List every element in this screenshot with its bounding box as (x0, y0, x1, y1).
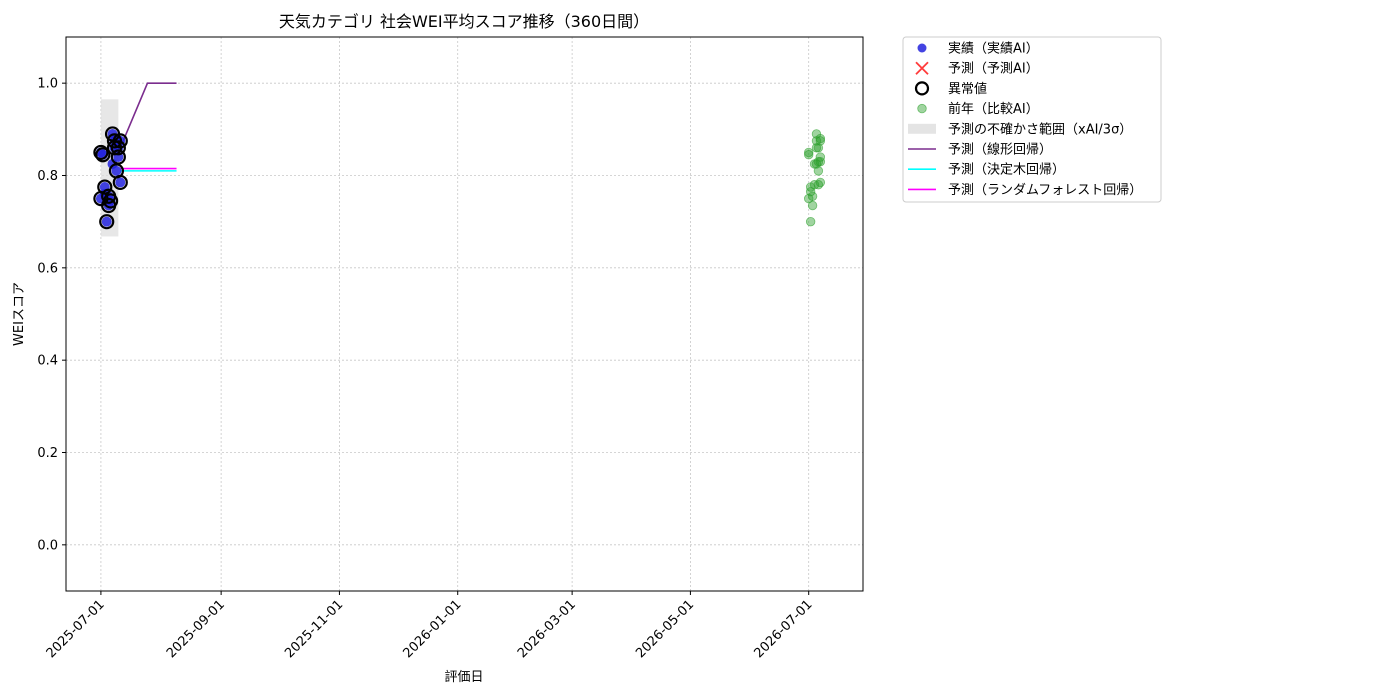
legend-label-band: 予測の不確かさ範囲（xAI/3σ） (948, 121, 1132, 137)
grid (66, 37, 863, 591)
legend-label-linear: 予測（線形回帰） (948, 142, 1052, 158)
x-tick-label: 2026-07-01 (751, 597, 815, 661)
y-tick-label: 0.2 (37, 446, 58, 461)
legend-label-prev: 前年（比較AI） (948, 101, 1039, 117)
chart-title: 天気カテゴリ 社会WEI平均スコア推移（360日間） (279, 12, 649, 31)
legend: 実績（実績AI） 予測（予測AI） 異常値前年（比較AI） 予測の不確かさ範囲（xAI… (902, 36, 1162, 203)
previous-year-point (805, 216, 816, 227)
x-tick-label: 2026-01-01 (401, 597, 465, 661)
y-tick-label: 0.6 (37, 261, 58, 276)
legend-label-pred: 予測（予測AI） (948, 62, 1039, 77)
legend-label-forest: 予測（ランダムフォレスト回帰） (948, 182, 1142, 198)
legend-swatch-actual (917, 43, 927, 53)
y-tick-label: 1.0 (37, 77, 58, 92)
y-tick-label: 0.4 (37, 354, 58, 369)
legend-swatch-band (908, 123, 936, 134)
x-tick-label: 2026-03-01 (515, 597, 579, 661)
actual-point (115, 177, 126, 188)
previous-year-point (807, 191, 818, 201)
plot-frame (65, 36, 864, 592)
previous-year-point (813, 180, 824, 190)
previous-year-points (804, 129, 826, 227)
x-axis: 2025-07-01 2025-09-01 2025-11-01 2026-01-01… (44, 591, 816, 661)
y-tick-label: 0.8 (37, 169, 58, 184)
previous-year-point (811, 159, 822, 169)
legend-label-tree: 予測（決定木回帰） (948, 162, 1065, 178)
legend-label-actual: 実績（実績AI） (948, 41, 1039, 57)
chart: 天気カテゴリ 社会WEI平均スコア推移（360日間） 0.00.20.40.60… (12, 12, 1162, 685)
previous-year-point (815, 136, 826, 146)
previous-year-point (807, 200, 818, 211)
x-tick-label: 2025-11-01 (282, 597, 346, 661)
legend-swatch-prev (917, 103, 927, 114)
y-axis: 0.0 0.2 0.4 0.6 0.8 1.0 (37, 77, 66, 553)
x-tick-label: 2026-05-01 (633, 597, 697, 661)
y-tick-label: 0.0 (37, 538, 58, 553)
x-tick-label: 2025-07-01 (44, 597, 108, 661)
legend-label-anomaly: 異常値 (948, 81, 987, 97)
previous-year-point (804, 150, 814, 160)
actual-point (101, 216, 112, 227)
regression-lines (119, 82, 177, 172)
y-axis-label: WEIスコア (12, 282, 27, 346)
x-tick-label: 2025-09-01 (164, 597, 228, 661)
x-axis-label: 評価日 (444, 670, 483, 685)
linear-regression-line (119, 82, 177, 149)
